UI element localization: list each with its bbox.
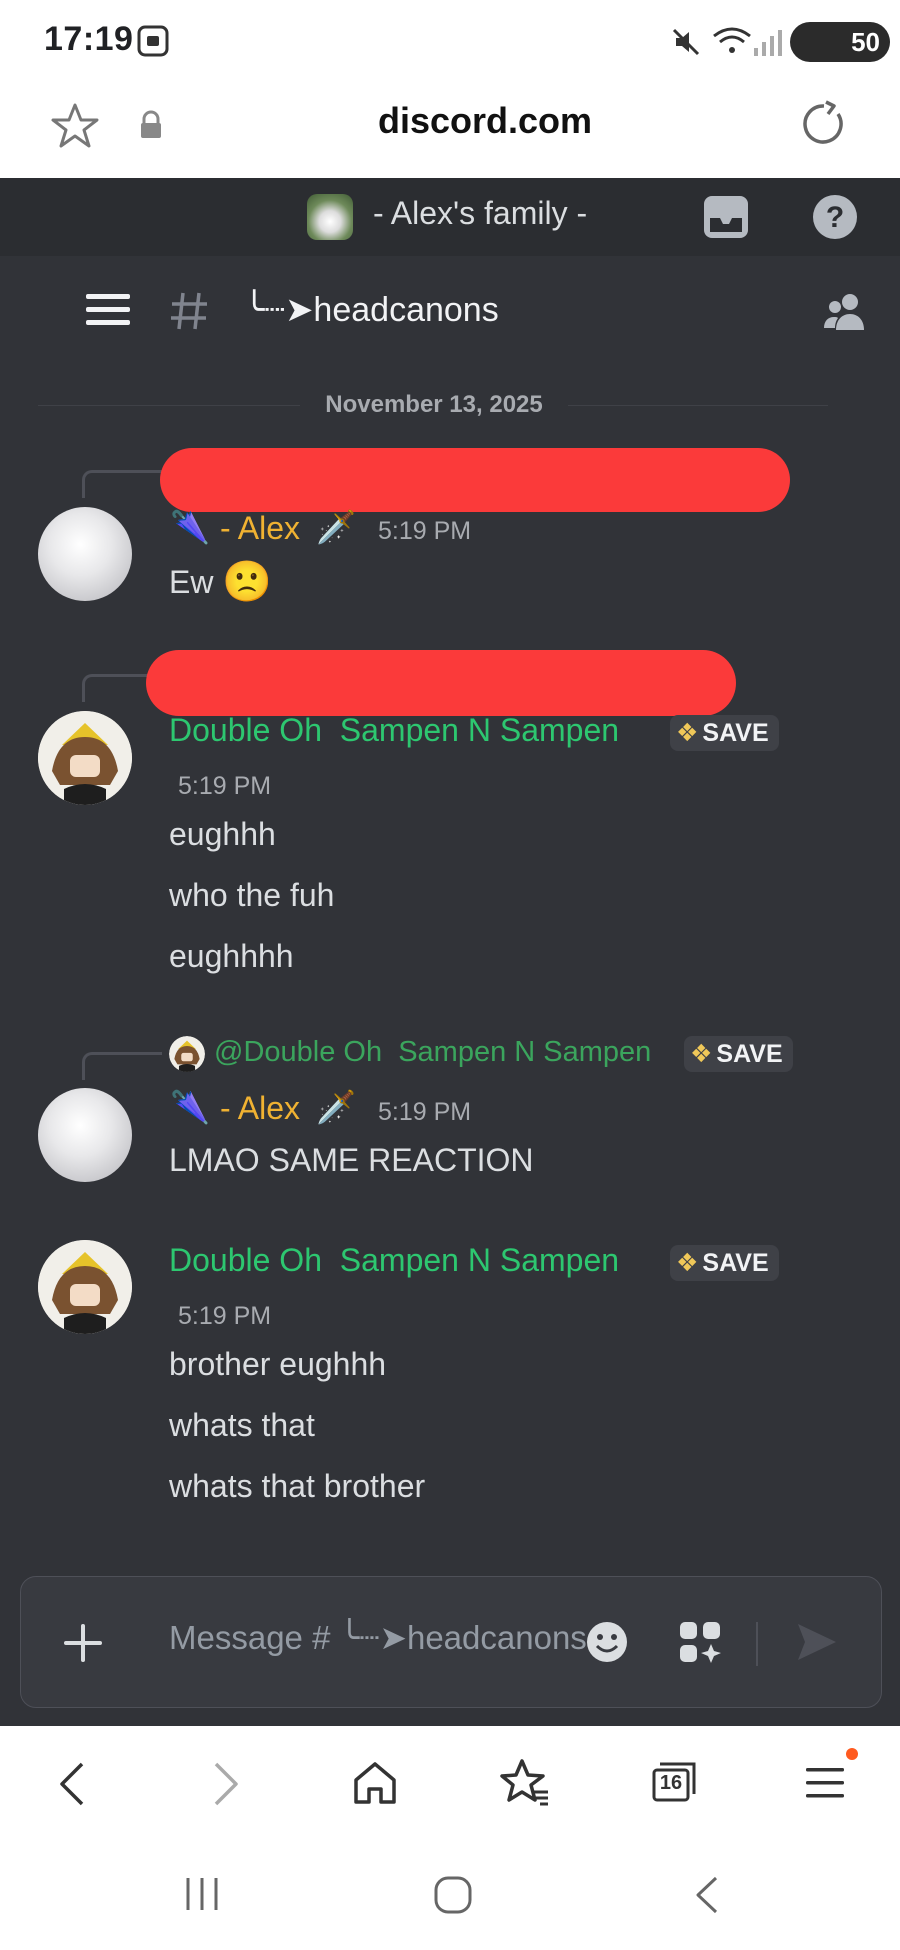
- message-author[interactable]: Double Oh Sampen N Sampen: [169, 1242, 619, 1279]
- dagger-emoji: 🗡️: [316, 1089, 356, 1125]
- date-divider: November 13, 2025: [300, 391, 568, 419]
- bookmark-star-icon[interactable]: [50, 102, 100, 150]
- system-home-icon[interactable]: [434, 1876, 472, 1914]
- recents-icon[interactable]: [184, 1876, 220, 1912]
- message-author[interactable]: - Alex: [220, 1090, 300, 1127]
- clan-tag[interactable]: ❖ SAVE: [670, 715, 779, 751]
- browser-toolbar: [0, 1726, 900, 1866]
- clan-tag-icon: ❖: [690, 1040, 713, 1068]
- tab-count: 16: [659, 1772, 683, 1794]
- url-text[interactable]: discord.com: [300, 100, 670, 142]
- menu-icon[interactable]: [806, 1762, 846, 1802]
- wifi-icon: [712, 26, 752, 58]
- svg-text:?: ?: [826, 201, 844, 234]
- reply-connector: [82, 1052, 162, 1080]
- forward-icon[interactable]: [212, 1760, 242, 1808]
- message-timestamp: 5:19 PM: [378, 1098, 472, 1126]
- message-text: who the fuh: [169, 877, 335, 913]
- message-timestamp: 5:19 PM: [378, 517, 472, 545]
- reload-icon[interactable]: [800, 100, 848, 148]
- hamburger-icon[interactable]: [86, 292, 130, 328]
- avatar[interactable]: [38, 1088, 132, 1182]
- message-text: eughhh: [169, 816, 276, 852]
- send-icon[interactable]: [795, 1620, 839, 1664]
- message-author[interactable]: - Alex: [220, 510, 300, 547]
- signal-icon: [752, 26, 782, 58]
- lock-icon[interactable]: [139, 110, 163, 140]
- clan-tag[interactable]: ❖ SAVE: [670, 1245, 779, 1281]
- emoji-icon[interactable]: [585, 1620, 629, 1664]
- message-input[interactable]: Message # ╰┈➤headcanons: [169, 1618, 589, 1657]
- screenshot-icon: [136, 24, 170, 58]
- message-timestamp: 5:19 PM: [178, 772, 272, 800]
- message-text: whats that: [169, 1407, 315, 1443]
- channel-name: ╰┈➤headcanons: [244, 291, 499, 329]
- avatar[interactable]: [38, 1240, 132, 1334]
- redaction-mark: [160, 448, 790, 512]
- reply-avatar[interactable]: [169, 1036, 205, 1072]
- apps-icon[interactable]: [678, 1620, 722, 1664]
- plus-icon[interactable]: [62, 1622, 104, 1664]
- favorites-icon[interactable]: [500, 1758, 550, 1808]
- back-icon[interactable]: [56, 1760, 86, 1808]
- message-author[interactable]: Double Oh Sampen N Sampen: [169, 712, 619, 749]
- home-icon[interactable]: [352, 1760, 398, 1806]
- notification-dot: [846, 1748, 858, 1760]
- help-icon[interactable]: ?: [812, 194, 858, 240]
- umbrella-emoji: 🌂: [170, 1089, 210, 1125]
- clan-tag[interactable]: ❖ SAVE: [684, 1036, 793, 1072]
- message-text: eughhhh: [169, 938, 294, 974]
- tabs-icon[interactable]: 16: [652, 1762, 696, 1802]
- reply-connector: [82, 470, 162, 498]
- message-text: LMAO SAME REACTION: [169, 1142, 534, 1178]
- inbox-icon[interactable]: [702, 194, 750, 240]
- avatar[interactable]: [38, 711, 132, 805]
- redaction-mark: [146, 650, 736, 716]
- server-icon[interactable]: [307, 194, 353, 240]
- hash-icon: [168, 290, 210, 332]
- umbrella-emoji: 🌂: [170, 509, 210, 545]
- system-back-icon[interactable]: [694, 1876, 718, 1914]
- status-time: 17:19: [44, 20, 134, 58]
- frowning-emoji: 🙁: [222, 560, 272, 604]
- server-name[interactable]: - Alex's family -: [373, 195, 587, 232]
- battery-indicator: 50: [790, 22, 890, 62]
- message-text: whats that brother: [169, 1468, 426, 1504]
- clan-tag-icon: ❖: [676, 719, 699, 747]
- clan-tag-icon: ❖: [676, 1249, 699, 1277]
- members-icon[interactable]: [822, 292, 866, 332]
- dagger-emoji: 🗡️: [316, 509, 356, 545]
- message-text: Ew: [169, 564, 214, 600]
- message-text: brother eughhh: [169, 1346, 387, 1382]
- message-list[interactable]: [0, 368, 900, 1570]
- mute-icon: [670, 26, 702, 58]
- avatar[interactable]: [38, 507, 132, 601]
- message-timestamp: 5:19 PM: [178, 1302, 272, 1330]
- reply-mention[interactable]: @Double Oh Sampen N Sampen: [214, 1036, 651, 1069]
- composer-divider: [756, 1622, 758, 1666]
